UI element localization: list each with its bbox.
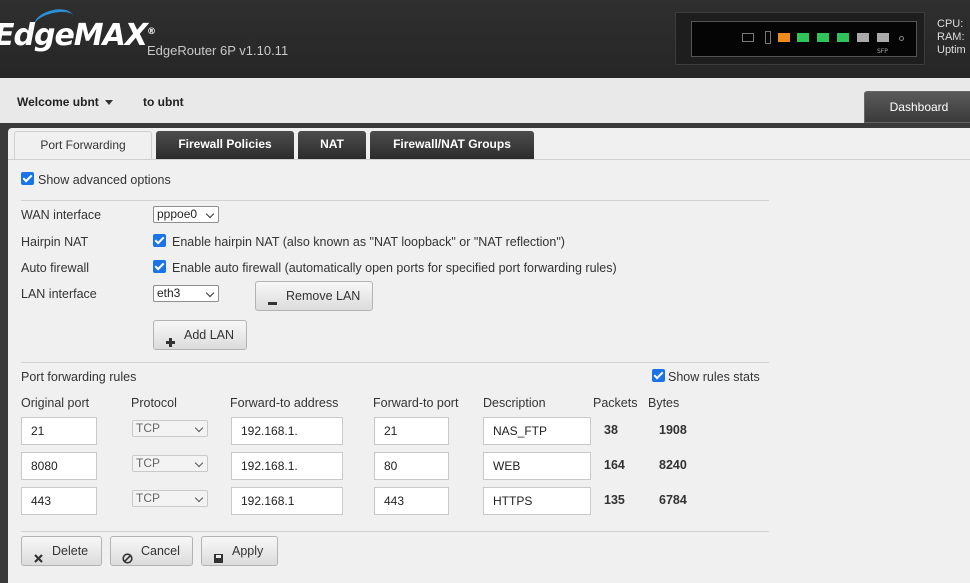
cpu-label: CPU: (937, 18, 964, 30)
lan-interface-select[interactable]: eth3 (153, 285, 219, 302)
packets-value: 38 (604, 423, 618, 437)
forward-address-input[interactable]: 192.168.1. (231, 417, 343, 445)
col-forward-address: Forward-to address (230, 396, 339, 410)
bytes-value: 1908 (659, 423, 687, 437)
wan-interface-select[interactable]: pppoe0 (153, 206, 219, 223)
tab-firewall-policies[interactable]: Firewall Policies (156, 131, 294, 159)
remove-lan-button[interactable]: Remove LAN (255, 281, 373, 311)
original-port-input[interactable]: 8080 (21, 452, 97, 480)
show-rules-stats-checkbox[interactable] (652, 369, 665, 382)
tab-port-forwarding[interactable]: Port Forwarding (14, 131, 152, 159)
chevron-down-icon (104, 100, 113, 106)
col-description: Description (483, 396, 546, 410)
forward-port-input[interactable]: 80 (374, 452, 449, 480)
forward-port-input[interactable]: 21 (374, 417, 449, 445)
console-port-icon (742, 33, 754, 42)
edgerouter-ui: EdgeMAX® EdgeRouter 6P v1.10.11 SFP CPU:… (0, 0, 970, 583)
protocol-select[interactable]: TCP (132, 455, 208, 472)
plus-icon (165, 330, 176, 347)
save-icon (213, 546, 224, 563)
hairpin-nat-label: Hairpin NAT (21, 235, 89, 249)
delete-button[interactable]: Delete (21, 536, 102, 566)
protocol-select[interactable]: TCP (132, 420, 208, 437)
apply-button[interactable]: Apply (201, 536, 278, 566)
bytes-value: 6784 (659, 493, 687, 507)
original-port-input[interactable]: 443 (21, 487, 97, 515)
port-forwarding-content (8, 159, 970, 583)
original-port-input[interactable]: 21 (21, 417, 97, 445)
divider (21, 362, 769, 363)
auto-firewall-text: Enable auto firewall (automatically open… (172, 261, 617, 275)
auto-firewall-checkbox[interactable] (153, 260, 166, 273)
port-green-icon (837, 33, 849, 42)
description-input[interactable]: WEB (483, 452, 591, 480)
port-orange-icon (778, 33, 790, 42)
reset-dot-icon (899, 36, 904, 41)
bytes-value: 8240 (659, 458, 687, 472)
divider (21, 200, 769, 201)
hairpin-nat-checkbox[interactable] (153, 234, 166, 247)
show-advanced-label: Show advanced options (38, 173, 171, 187)
divider (21, 531, 769, 532)
tab-dashboard[interactable]: Dashboard (864, 91, 970, 123)
forward-port-input[interactable]: 443 (374, 487, 449, 515)
tab-firewall-nat-groups[interactable]: Firewall/NAT Groups (370, 131, 534, 159)
ram-label: RAM: (937, 31, 965, 43)
rules-title: Port forwarding rules (21, 370, 137, 384)
port-green-icon (817, 33, 829, 42)
to-user-text: to ubnt (143, 95, 184, 109)
sfp-label: SFP (877, 48, 888, 55)
add-lan-button[interactable]: Add LAN (153, 320, 247, 350)
protocol-select[interactable]: TCP (132, 490, 208, 507)
col-packets: Packets (593, 396, 638, 410)
router-status-panel[interactable]: SFP (675, 12, 925, 65)
usb-port-icon (765, 31, 771, 44)
port-green-icon (797, 33, 809, 42)
description-input[interactable]: HTTPS (483, 487, 591, 515)
col-protocol: Protocol (131, 396, 177, 410)
uptime-label: Uptim (937, 44, 966, 56)
packets-value: 135 (604, 493, 625, 507)
product-version: EdgeRouter 6P v1.10.11 (147, 43, 289, 58)
packets-value: 164 (604, 458, 625, 472)
welcome-user-menu[interactable]: Welcome ubnt (17, 95, 113, 109)
hairpin-nat-text: Enable hairpin NAT (also known as "NAT l… (172, 235, 565, 249)
forward-address-input[interactable]: 192.168.1. (231, 452, 343, 480)
system-stats: CPU: RAM: Uptim (937, 18, 966, 57)
port-grey-icon (857, 33, 869, 42)
edgemax-logo: EdgeMAX® (0, 18, 156, 53)
cancel-button[interactable]: Cancel (110, 536, 193, 566)
lan-interface-label: LAN interface (21, 287, 97, 301)
user-bar: Welcome ubnt to ubnt (0, 78, 970, 123)
wan-interface-label: WAN interface (21, 208, 102, 222)
close-icon (33, 546, 44, 563)
col-bytes: Bytes (648, 396, 680, 410)
sfp-port-icon (877, 33, 889, 42)
auto-firewall-label: Auto firewall (21, 261, 90, 275)
show-advanced-checkbox[interactable] (21, 172, 34, 185)
router-front-panel: SFP (691, 21, 917, 57)
top-header: EdgeMAX® EdgeRouter 6P v1.10.11 SFP CPU:… (0, 0, 970, 78)
tab-nat[interactable]: NAT (298, 131, 366, 159)
cancel-circle-icon (122, 546, 133, 564)
col-original-port: Original port (21, 396, 90, 410)
show-rules-stats-label: Show rules stats (668, 370, 760, 384)
minus-icon (267, 291, 278, 305)
col-forward-port: Forward-to port (373, 396, 459, 410)
description-input[interactable]: NAS_FTP (483, 417, 591, 445)
forward-address-input[interactable]: 192.168.1 (231, 487, 343, 515)
